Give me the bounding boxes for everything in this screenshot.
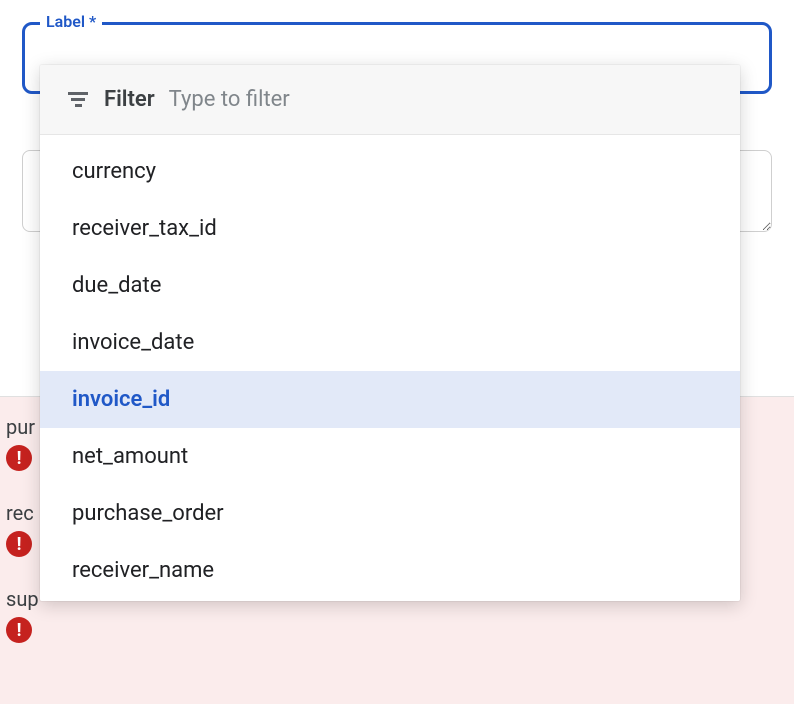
error-icon: ! [6,617,32,643]
option-invoice-date[interactable]: invoice_date [40,314,740,371]
option-currency[interactable]: currency [40,143,740,200]
option-invoice-id[interactable]: invoice_id [40,371,740,428]
option-purchase-order[interactable]: purchase_order [40,485,740,542]
option-net-amount[interactable]: net_amount [40,428,740,485]
error-icon: ! [6,445,32,471]
error-icon: ! [6,531,32,557]
dropdown-panel: Filter Type to filter currency receiver_… [40,65,740,601]
option-due-date[interactable]: due_date [40,257,740,314]
option-receiver-name[interactable]: receiver_name [40,542,740,599]
options-list: currency receiver_tax_id due_date invoic… [40,135,740,601]
filter-header[interactable]: Filter Type to filter [40,65,740,135]
option-receiver-tax-id[interactable]: receiver_tax_id [40,200,740,257]
label-field-floating-label: Label * [40,12,102,31]
filter-placeholder: Type to filter [169,87,290,112]
filter-label: Filter [104,87,155,112]
filter-icon [66,88,90,112]
